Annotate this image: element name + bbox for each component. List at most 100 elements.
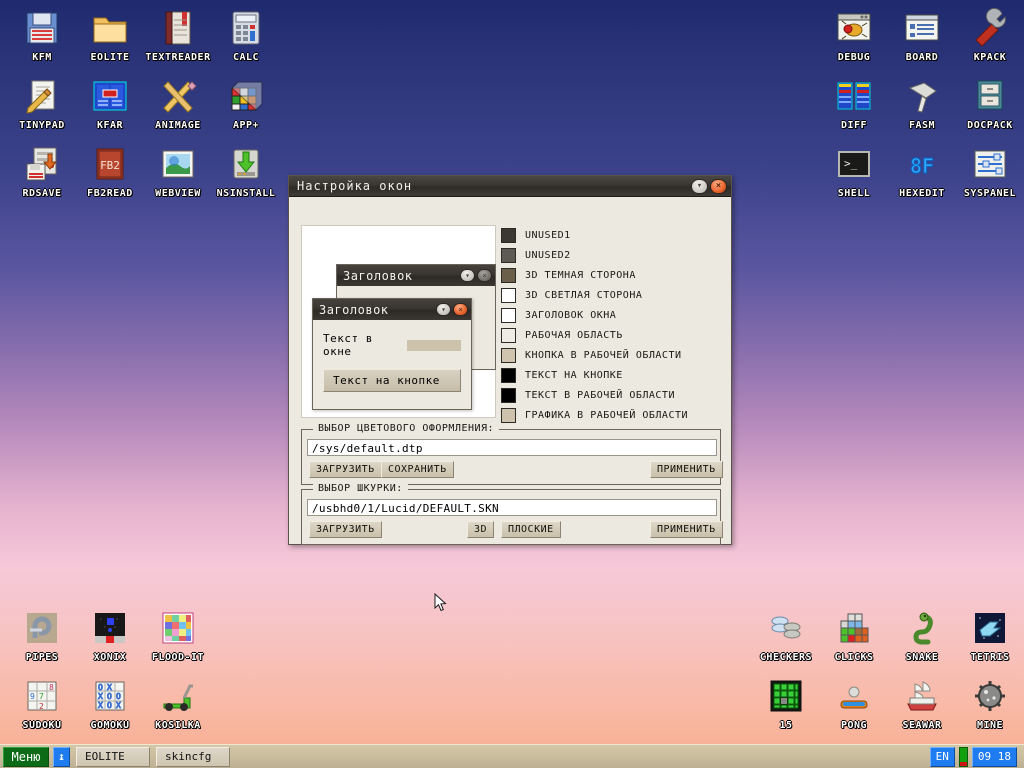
color-swatch[interactable] [501, 388, 516, 403]
desktop-icon-fasm[interactable]: FASM [888, 76, 956, 131]
desktop-icon-mine[interactable]: MINE [956, 676, 1024, 731]
two-tables-icon [834, 76, 874, 116]
color-row[interactable]: UNUSED2 [501, 245, 721, 265]
desktop-icon-eolite[interactable]: EOLITE [76, 8, 144, 63]
color-row[interactable]: ЗАГОЛОВОК ОКНА [501, 305, 721, 325]
clock[interactable]: 09 18 [972, 747, 1017, 767]
color-swatch[interactable] [501, 408, 516, 423]
color-row[interactable]: ГРАФИКА В РАБОЧЕЙ ОБЛАСТИ [501, 405, 721, 425]
desktop-icon-docpack[interactable]: DOCPACK [956, 76, 1024, 131]
desktop-icon-kfm[interactable]: KFM [8, 8, 76, 63]
color-swatch[interactable] [501, 248, 516, 263]
taskbar[interactable]: Меню ↨ EOLITE skincfg EN 09 18 [0, 744, 1024, 768]
color-swatch[interactable] [501, 328, 516, 343]
color-scheme-path-field[interactable]: /sys/default.dtp [307, 439, 717, 456]
color-scheme-group: ВЫБОР ЦВЕТОВОГО ОФОРМЛЕНИЯ: /sys/default… [301, 429, 721, 485]
color-scheme-save-button[interactable]: СОХРАНИТЬ [381, 461, 454, 478]
color-scheme-apply-button[interactable]: ПРИМЕНИТЬ [650, 461, 723, 478]
desktop-icon-app-[interactable]: APP+ [212, 76, 280, 131]
window-titlebar[interactable]: Настройка окон ▾ × [289, 176, 731, 197]
desktop-icon-label: DOCPACK [956, 120, 1024, 131]
color-row[interactable]: UNUSED1 [501, 225, 721, 245]
skin-flat-button[interactable]: ПЛОСКИЕ [501, 521, 561, 538]
color-swatch[interactable] [501, 308, 516, 323]
desktop-icon-nsinstall[interactable]: NSINSTALL [212, 144, 280, 199]
close-button[interactable]: × [710, 179, 727, 194]
color-swatch[interactable] [501, 348, 516, 363]
skin-3d-button[interactable]: 3D [467, 521, 494, 538]
desktop-icon-15[interactable]: 15 [752, 676, 820, 731]
color-swatch[interactable] [501, 228, 516, 243]
color-row[interactable]: ТЕКСТ В РАБОЧЕЙ ОБЛАСТИ [501, 385, 721, 405]
desktop-icon-xonix[interactable]: XONIX [76, 608, 144, 663]
svg-text:O: O [107, 701, 112, 710]
desktop-icon-label: FLOOD-IT [144, 652, 212, 663]
skin-legend: ВЫБОР ШКУРКИ: [313, 483, 408, 494]
desktop-icon-clicks[interactable]: CLICKS [820, 608, 888, 663]
preview-text-row: Текст в окне [323, 332, 461, 358]
desktop-icon-hexedit[interactable]: 8F HEXEDIT [888, 144, 956, 199]
desktop-icon-tetris[interactable]: TETRIS [956, 608, 1024, 663]
task-button[interactable]: skincfg [156, 747, 230, 767]
close-icon: × [711, 180, 726, 193]
desktop[interactable]: KFMEOLITETEXTREADERCALCTINYPADKFARANIMAG… [0, 0, 1024, 768]
start-menu-button[interactable]: Меню [3, 747, 49, 767]
desktop-icon-syspanel[interactable]: SYSPANEL [956, 144, 1024, 199]
desktop-icon-shell[interactable]: >_SHELL [820, 144, 888, 199]
desktop-icon-animage[interactable]: ANIMAGE [144, 76, 212, 131]
skincfg-window[interactable]: Настройка окон ▾ × Заголовок ▾ [288, 175, 732, 545]
desktop-icon-tinypad[interactable]: TINYPAD [8, 76, 76, 131]
color-label: КНОПКА В РАБОЧЕЙ ОБЛАСТИ [525, 350, 682, 361]
gomoku-icon: OXXOOXOX [90, 676, 130, 716]
minimize-all-button[interactable]: ↨ [53, 747, 70, 767]
svg-text:X: X [98, 692, 103, 701]
svg-text:O: O [107, 692, 112, 701]
ramdisk-save-icon [22, 144, 62, 184]
color-swatch[interactable] [501, 268, 516, 283]
skin-path-field[interactable]: /usbhd0/1/Lucid/DEFAULT.SKN [307, 499, 717, 516]
desktop-icon-label: NSINSTALL [212, 188, 280, 199]
desktop-icon-seawar[interactable]: SEAWAR [888, 676, 956, 731]
desktop-icon-rdsave[interactable]: RDSAVE [8, 144, 76, 199]
desktop-icon-pong[interactable]: PONG [820, 676, 888, 731]
close-icon: × [478, 270, 491, 281]
color-row[interactable]: РАБОЧАЯ ОБЛАСТЬ [501, 325, 721, 345]
window-body: Заголовок ▾ × Заголовок ▾ [289, 197, 731, 545]
color-row[interactable]: КНОПКА В РАБОЧЕЙ ОБЛАСТИ [501, 345, 721, 365]
desktop-icon-fb2read[interactable]: FB2FB2READ [76, 144, 144, 199]
color-row[interactable]: 3D СВЕТЛАЯ СТОРОНА [501, 285, 721, 305]
floppy-disk-icon [22, 8, 62, 48]
desktop-icon-kpack[interactable]: KPACK [956, 8, 1024, 63]
desktop-icon-textreader[interactable]: TEXTREADER [144, 8, 212, 63]
desktop-icon-sudoku[interactable]: 8972SUDOKU [8, 676, 76, 731]
desktop-icon-label: HEXEDIT [888, 188, 956, 199]
color-swatch[interactable] [501, 368, 516, 383]
color-row[interactable]: 3D ТЕМНАЯ СТОРОНА [501, 265, 721, 285]
desktop-icon-webview[interactable]: WEBVIEW [144, 144, 212, 199]
hex-8f-icon: 8F [902, 144, 942, 184]
desktop-icon-pipes[interactable]: PIPES [8, 608, 76, 663]
desktop-icon-board[interactable]: BOARD [888, 8, 956, 63]
task-button[interactable]: EOLITE [76, 747, 150, 767]
color-scheme-load-button[interactable]: ЗАГРУЗИТЬ [309, 461, 382, 478]
xonix-icon [90, 608, 130, 648]
desktop-icon-kosilka[interactable]: KOSILKA [144, 676, 212, 731]
desktop-icon-snake[interactable]: SNAKE [888, 608, 956, 663]
skin-load-button[interactable]: ЗАГРУЗИТЬ [309, 521, 382, 538]
file-manager-icon [90, 76, 130, 116]
language-indicator[interactable]: EN [930, 747, 955, 767]
desktop-icon-checkers[interactable]: CHECKERS [752, 608, 820, 663]
desktop-icon-debug[interactable]: DEBUG [820, 8, 888, 63]
svg-text:X: X [116, 701, 121, 710]
color-swatch[interactable] [501, 288, 516, 303]
desktop-icon-diff[interactable]: DIFF [820, 76, 888, 131]
desktop-icon-calc[interactable]: CALC [212, 8, 280, 63]
desktop-icon-label: TETRIS [956, 652, 1024, 663]
desktop-icon-label: SHELL [820, 188, 888, 199]
skin-apply-button[interactable]: ПРИМЕНИТЬ [650, 521, 723, 538]
desktop-icon-flood-it[interactable]: FLOOD-IT [144, 608, 212, 663]
color-row[interactable]: ТЕКСТ НА КНОПКЕ [501, 365, 721, 385]
desktop-icon-gomoku[interactable]: OXXOOXOXGOMOKU [76, 676, 144, 731]
minimize-button[interactable]: ▾ [691, 179, 708, 194]
desktop-icon-kfar[interactable]: KFAR [76, 76, 144, 131]
